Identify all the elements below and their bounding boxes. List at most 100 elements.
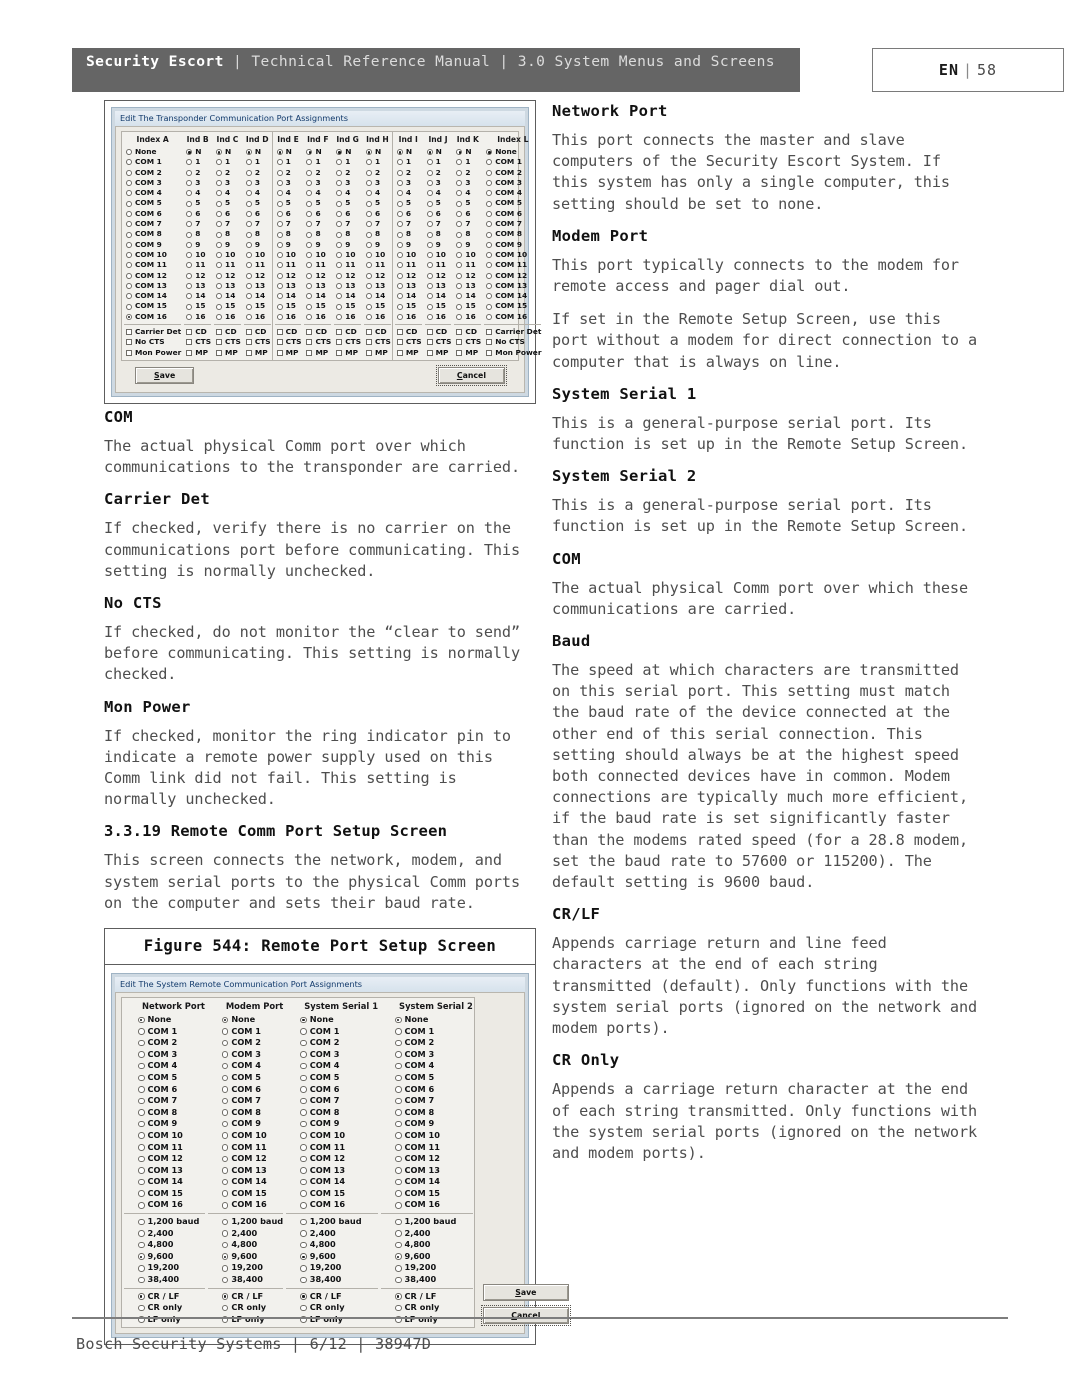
option-baud-6[interactable]: 38,400 — [381, 1274, 473, 1286]
option-com-10[interactable]: 10 — [275, 250, 302, 260]
option-eol-3[interactable]: LF only — [124, 1314, 205, 1326]
option-com-5[interactable]: 5 — [244, 198, 271, 208]
option-com-2[interactable]: 2 — [275, 168, 302, 178]
option-baud-6[interactable]: 38,400 — [208, 1274, 283, 1286]
option-com-8[interactable]: 8 — [454, 229, 481, 239]
option-com-10[interactable]: COM 10 — [484, 250, 541, 260]
option-none[interactable]: None — [484, 147, 541, 157]
option-com-8[interactable]: 8 — [425, 229, 452, 239]
option-com-15[interactable]: 15 — [425, 301, 452, 311]
option-com-13[interactable]: 13 — [244, 281, 271, 291]
option-com-1[interactable]: COM 1 — [124, 157, 181, 167]
option-com-4[interactable]: 4 — [304, 188, 331, 198]
option-none[interactable]: None — [208, 1014, 283, 1026]
option-baud-1[interactable]: 1,200 baud — [124, 1216, 205, 1228]
option-com-12[interactable]: 12 — [214, 271, 241, 281]
option-com-3[interactable]: 3 — [304, 178, 331, 188]
option-com-12[interactable]: 12 — [395, 271, 422, 281]
option-com-3[interactable]: COM 3 — [484, 178, 541, 188]
option-com-7[interactable]: 7 — [454, 219, 481, 229]
option-com-5[interactable]: 5 — [395, 198, 422, 208]
transponder-save-button[interactable]: Save — [135, 366, 195, 384]
option-baud-3[interactable]: 4,800 — [124, 1239, 205, 1251]
option-eol-3[interactable]: LF only — [381, 1314, 473, 1326]
option-com-12[interactable]: COM 12 — [124, 271, 181, 281]
option-com-2[interactable]: COM 2 — [124, 1037, 205, 1049]
option-baud-3[interactable]: 4,800 — [208, 1239, 283, 1251]
option-com-6[interactable]: COM 6 — [484, 209, 541, 219]
option-com-3[interactable]: COM 3 — [286, 1049, 378, 1061]
option-com-2[interactable]: COM 2 — [381, 1037, 473, 1049]
option-com-4[interactable]: 4 — [454, 188, 481, 198]
option-com-6[interactable]: 6 — [425, 209, 452, 219]
option-com-12[interactable]: COM 12 — [484, 271, 541, 281]
option-com-6[interactable]: 6 — [275, 209, 302, 219]
option-none[interactable]: None — [124, 147, 181, 157]
option-com-7[interactable]: 7 — [425, 219, 452, 229]
option-com-15[interactable]: 15 — [275, 301, 302, 311]
option-com-9[interactable]: 9 — [425, 240, 452, 250]
option-eol-1[interactable]: CR / LF — [381, 1291, 473, 1303]
checkbox-flag-2[interactable]: CTS — [454, 337, 481, 347]
option-eol-1[interactable]: CR / LF — [286, 1291, 378, 1303]
checkbox-flag-1[interactable]: CD — [454, 327, 481, 337]
option-com-7[interactable]: COM 7 — [124, 1095, 205, 1107]
option-com-11[interactable]: 11 — [364, 260, 391, 270]
option-com-2[interactable]: COM 2 — [208, 1037, 283, 1049]
option-com-9[interactable]: 9 — [364, 240, 391, 250]
option-eol-2[interactable]: CR only — [124, 1302, 205, 1314]
option-com-13[interactable]: 13 — [425, 281, 452, 291]
option-com-7[interactable]: 7 — [334, 219, 361, 229]
option-com-15[interactable]: 15 — [395, 301, 422, 311]
option-com-4[interactable]: 4 — [364, 188, 391, 198]
checkbox-flag-2[interactable]: CTS — [425, 337, 451, 347]
option-com-14[interactable]: 14 — [395, 291, 422, 301]
checkbox-flag-3[interactable]: MP — [184, 348, 211, 358]
option-com-13[interactable]: 13 — [275, 281, 302, 291]
option-com-11[interactable]: 11 — [184, 260, 211, 270]
option-com-10[interactable]: 10 — [425, 250, 452, 260]
option-com-4[interactable]: COM 4 — [124, 188, 181, 198]
option-com-12[interactable]: 12 — [184, 271, 211, 281]
option-com-3[interactable]: 3 — [454, 178, 481, 188]
option-com-16[interactable]: 16 — [184, 312, 211, 322]
option-com-7[interactable]: COM 7 — [124, 219, 181, 229]
option-com-13[interactable]: 13 — [214, 281, 241, 291]
checkbox-flag-2[interactable]: CTS — [304, 337, 331, 347]
option-eol-3[interactable]: LF only — [208, 1314, 283, 1326]
option-com-1[interactable]: COM 1 — [381, 1026, 473, 1038]
option-com-7[interactable]: COM 7 — [381, 1095, 473, 1107]
option-baud-4[interactable]: 9,600 — [381, 1251, 473, 1263]
option-com-5[interactable]: 5 — [454, 198, 481, 208]
option-none[interactable]: None — [381, 1014, 473, 1026]
option-com-12[interactable]: COM 12 — [208, 1153, 283, 1165]
option-com-7[interactable]: COM 7 — [208, 1095, 283, 1107]
option-com-4[interactable]: 4 — [395, 188, 422, 198]
remote-cancel-button[interactable]: Cancel — [480, 1305, 571, 1327]
option-com-10[interactable]: 10 — [244, 250, 271, 260]
option-com-15[interactable]: 15 — [184, 301, 211, 311]
option-com-15[interactable]: COM 15 — [124, 1188, 205, 1200]
option-com-11[interactable]: COM 11 — [286, 1142, 378, 1154]
checkbox-flag-3[interactable]: MP — [425, 348, 452, 358]
checkbox-flag-1[interactable]: Carrier Det — [484, 327, 541, 337]
checkbox-flag-1[interactable]: CD — [395, 327, 422, 337]
option-com-15[interactable]: 15 — [244, 301, 271, 311]
option-none[interactable]: N — [364, 147, 391, 157]
option-com-7[interactable]: COM 7 — [286, 1095, 378, 1107]
option-com-3[interactable]: 3 — [184, 178, 211, 188]
option-com-16[interactable]: COM 16 — [124, 1199, 205, 1211]
checkbox-flag-3[interactable]: MP — [275, 348, 302, 358]
option-baud-5[interactable]: 19,200 — [124, 1262, 205, 1274]
option-com-14[interactable]: 14 — [304, 291, 331, 301]
option-baud-3[interactable]: 4,800 — [286, 1239, 378, 1251]
option-com-5[interactable]: 5 — [425, 198, 452, 208]
option-com-16[interactable]: COM 16 — [484, 312, 541, 322]
option-com-6[interactable]: COM 6 — [286, 1084, 378, 1096]
option-com-16[interactable]: 16 — [364, 312, 391, 322]
checkbox-flag-2[interactable]: CTS — [334, 337, 361, 347]
option-com-1[interactable]: 1 — [275, 157, 302, 167]
option-baud-5[interactable]: 19,200 — [286, 1262, 378, 1274]
option-com-9[interactable]: 9 — [275, 240, 302, 250]
option-none[interactable]: N — [244, 147, 271, 157]
